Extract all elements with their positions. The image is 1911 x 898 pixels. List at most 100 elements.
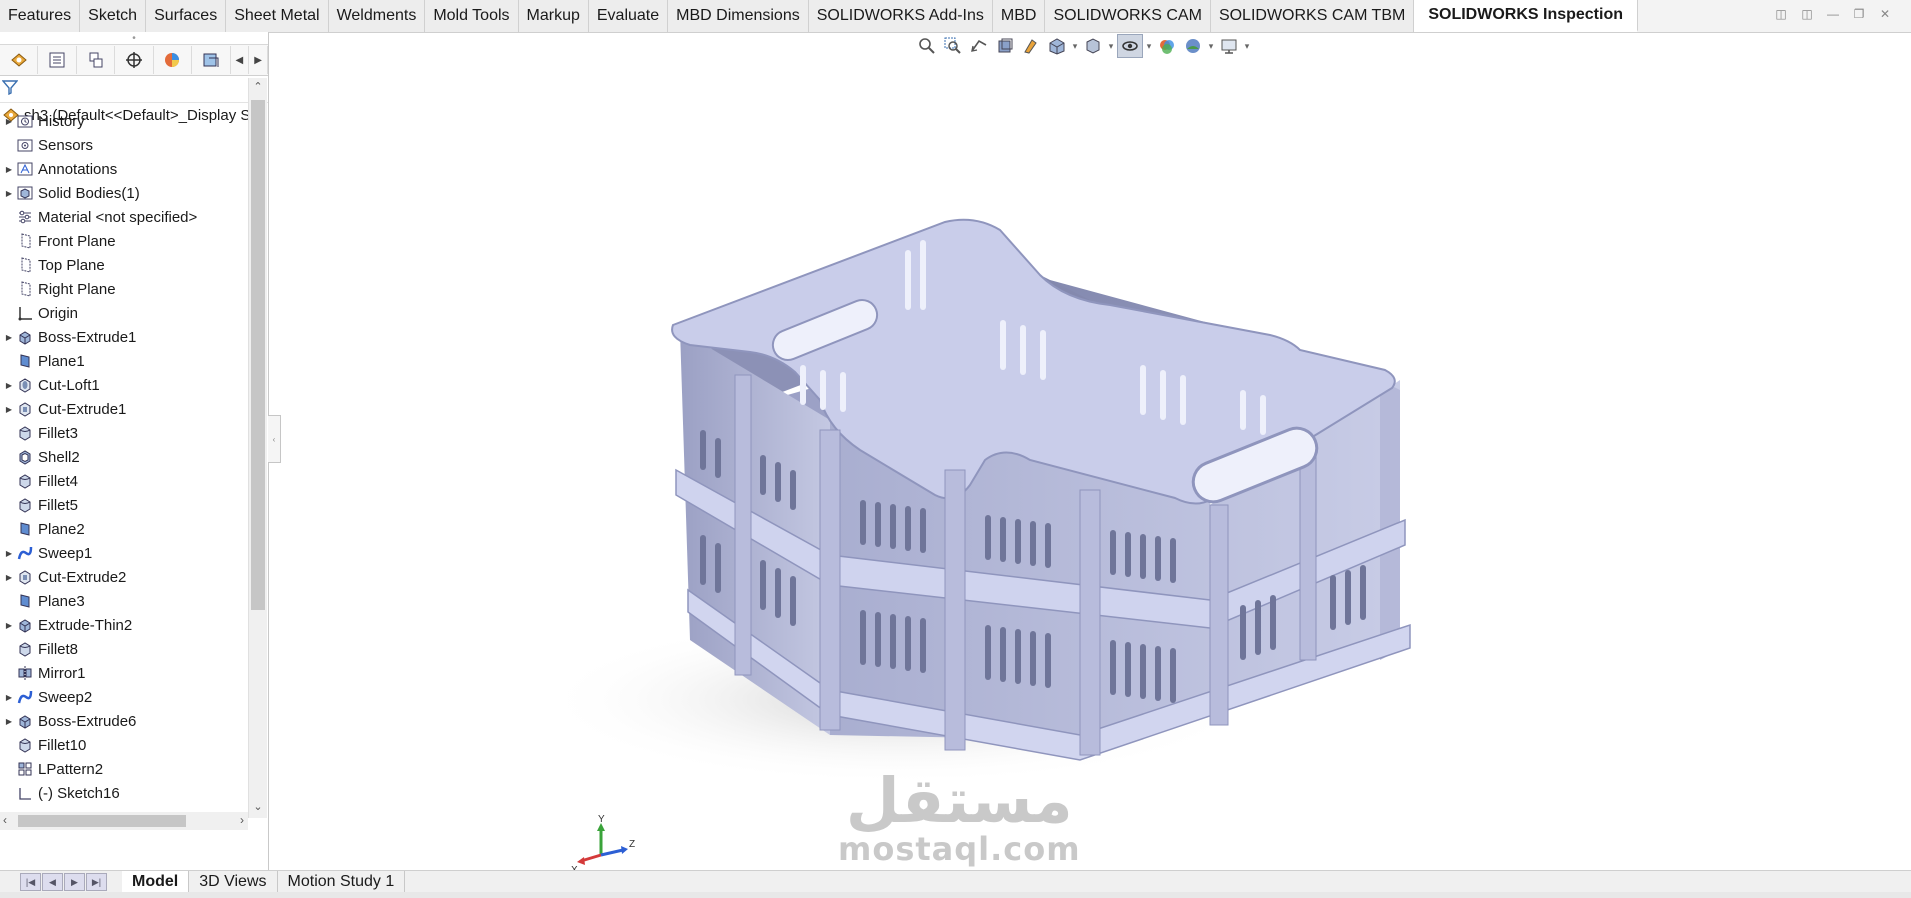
last-tab-icon[interactable]: ▶| bbox=[86, 873, 107, 891]
tree-item[interactable]: Top Plane bbox=[0, 253, 248, 277]
tree-item[interactable]: ▶ Cut-Extrude1 bbox=[0, 397, 248, 421]
display-manager-tab-icon[interactable] bbox=[154, 46, 193, 74]
scroll-down-icon[interactable]: ⌄ bbox=[249, 800, 267, 816]
tab-sketch[interactable]: Sketch bbox=[80, 0, 147, 32]
tree-item[interactable]: Right Plane bbox=[0, 277, 248, 301]
zoom-to-fit-icon[interactable] bbox=[915, 35, 939, 57]
filter-icon[interactable] bbox=[1, 79, 19, 100]
tab-features[interactable]: Features bbox=[0, 0, 81, 32]
tree-item[interactable]: Fillet4 bbox=[0, 469, 248, 493]
scroll-up-icon[interactable]: ⌃ bbox=[249, 80, 267, 96]
apply-scene-icon[interactable] bbox=[1181, 35, 1205, 57]
tree-item[interactable]: ▶ Boss-Extrude6 bbox=[0, 709, 248, 733]
bottom-tab-model[interactable]: Model bbox=[122, 871, 190, 893]
scroll-right-icon[interactable]: › bbox=[240, 813, 244, 827]
expand-arrow-icon[interactable]: ▶ bbox=[2, 333, 16, 342]
tree-item[interactable]: ▶ Cut-Loft1 bbox=[0, 373, 248, 397]
bottom-tab-motion-study-1[interactable]: Motion Study 1 bbox=[278, 871, 406, 893]
prev-tab-icon[interactable]: ◀ bbox=[42, 873, 63, 891]
tree-item[interactable]: Plane1 bbox=[0, 349, 248, 373]
display-style-dropdown-icon[interactable]: ▾ bbox=[1107, 41, 1115, 52]
tabs-scroll-right-icon[interactable]: ▶ bbox=[249, 46, 268, 74]
minimize-icon[interactable]: — bbox=[1825, 6, 1841, 22]
configuration-manager-tab-icon[interactable] bbox=[77, 46, 116, 74]
tree-vertical-scrollbar[interactable]: ⌃ ⌄ bbox=[248, 78, 267, 818]
previous-view-icon[interactable] bbox=[967, 35, 991, 57]
tree-item[interactable]: ▶ Extrude-Thin2 bbox=[0, 613, 248, 637]
tree-item[interactable]: (-) Sketch16 bbox=[0, 781, 248, 805]
tree-item[interactable]: Plane2 bbox=[0, 517, 248, 541]
scroll-thumb[interactable] bbox=[251, 100, 265, 610]
view-settings-dropdown-icon[interactable]: ▾ bbox=[1243, 41, 1251, 52]
expand-arrow-icon[interactable]: ▶ bbox=[2, 381, 16, 390]
tree-item[interactable]: Front Plane bbox=[0, 229, 248, 253]
tree-item[interactable]: ▶ Boss-Extrude1 bbox=[0, 325, 248, 349]
edit-appearance-icon[interactable] bbox=[1155, 35, 1179, 57]
expand-arrow-icon[interactable]: ▶ bbox=[2, 573, 16, 582]
tree-item[interactable]: Material <not specified> bbox=[0, 205, 248, 229]
graphics-area[interactable]: Y X Z bbox=[281, 60, 1911, 875]
tree-item[interactable]: LPattern2 bbox=[0, 757, 248, 781]
tree-horizontal-scrollbar[interactable]: ‹ › bbox=[0, 812, 248, 830]
expand-arrow-icon[interactable]: ▶ bbox=[2, 621, 16, 630]
expand-arrow-icon[interactable]: ▶ bbox=[2, 549, 16, 558]
hide-show-dropdown-icon[interactable]: ▾ bbox=[1145, 41, 1153, 52]
tree-item[interactable]: Fillet3 bbox=[0, 421, 248, 445]
tree-item[interactable]: ▶ Annotations bbox=[0, 157, 248, 181]
dynamic-annotation-icon[interactable] bbox=[1019, 35, 1043, 57]
first-tab-icon[interactable]: |◀ bbox=[20, 873, 41, 891]
cam-manager-tab-icon[interactable] bbox=[192, 46, 231, 74]
view-orientation-dropdown-icon[interactable]: ▾ bbox=[1071, 41, 1079, 52]
hide-show-items-icon[interactable] bbox=[1117, 34, 1143, 58]
tab-mbd-dimensions[interactable]: MBD Dimensions bbox=[668, 0, 809, 32]
tab-weldments[interactable]: Weldments bbox=[328, 0, 426, 32]
display-style-icon[interactable] bbox=[1081, 35, 1105, 57]
tab-mbd[interactable]: MBD bbox=[992, 0, 1046, 32]
tree-item[interactable]: ▶ History bbox=[0, 109, 248, 133]
tree-item[interactable]: Origin bbox=[0, 301, 248, 325]
tree-item[interactable]: ▶ Sweep1 bbox=[0, 541, 248, 565]
tree-item[interactable]: Fillet5 bbox=[0, 493, 248, 517]
apply-scene-dropdown-icon[interactable]: ▾ bbox=[1207, 41, 1215, 52]
view-orientation-icon[interactable] bbox=[1045, 35, 1069, 57]
tab-sheet-metal[interactable]: Sheet Metal bbox=[226, 0, 329, 32]
tab-evaluate[interactable]: Evaluate bbox=[588, 0, 669, 32]
expand-arrow-icon[interactable]: ▶ bbox=[2, 165, 16, 174]
panel-grip[interactable]: • bbox=[0, 32, 268, 45]
restore-icon[interactable]: ❐ bbox=[1851, 6, 1867, 22]
tree-item[interactable]: Plane3 bbox=[0, 589, 248, 613]
tab-mold-tools[interactable]: Mold Tools bbox=[425, 0, 519, 32]
tab-surfaces[interactable]: Surfaces bbox=[146, 0, 227, 32]
feature-manager-tab-icon[interactable] bbox=[0, 46, 39, 74]
expand-arrow-icon[interactable]: ▶ bbox=[2, 117, 16, 126]
tree-item[interactable]: Fillet8 bbox=[0, 637, 248, 661]
tab-solidworks-cam-tbm[interactable]: SOLIDWORKS CAM TBM bbox=[1210, 0, 1415, 32]
expand-arrow-icon[interactable]: ▶ bbox=[2, 693, 16, 702]
tree-item[interactable]: ▶ Cut-Extrude2 bbox=[0, 565, 248, 589]
tree-item[interactable]: Shell2 bbox=[0, 445, 248, 469]
tab-solidworks-cam[interactable]: SOLIDWORKS CAM bbox=[1045, 0, 1211, 32]
tree-item[interactable]: Fillet10 bbox=[0, 733, 248, 757]
tab-markup[interactable]: Markup bbox=[518, 0, 589, 32]
scroll-left-icon[interactable]: ‹ bbox=[3, 813, 7, 827]
tab-solidworks-add-ins[interactable]: SOLIDWORKS Add-Ins bbox=[808, 0, 993, 32]
tree-item[interactable]: Mirror1 bbox=[0, 661, 248, 685]
bottom-tab-3d-views[interactable]: 3D Views bbox=[189, 871, 278, 893]
expand-arrow-icon[interactable]: ▶ bbox=[2, 717, 16, 726]
tree-item[interactable]: ▶ Sweep2 bbox=[0, 685, 248, 709]
dimxpert-manager-tab-icon[interactable] bbox=[115, 46, 154, 74]
property-manager-tab-icon[interactable] bbox=[38, 46, 77, 74]
tab-solidworks-inspection[interactable]: SOLIDWORKS Inspection bbox=[1414, 0, 1638, 32]
tile-right-icon[interactable]: ◫ bbox=[1799, 6, 1815, 22]
tabs-scroll-left-icon[interactable]: ◀ bbox=[231, 46, 250, 74]
tree-item[interactable]: Sensors bbox=[0, 133, 248, 157]
tile-left-icon[interactable]: ◫ bbox=[1773, 6, 1789, 22]
hscroll-thumb[interactable] bbox=[18, 815, 186, 827]
section-view-icon[interactable] bbox=[993, 35, 1017, 57]
view-settings-icon[interactable] bbox=[1217, 35, 1241, 57]
zoom-to-area-icon[interactable] bbox=[941, 35, 965, 57]
panel-collapse-handle[interactable]: ‹ bbox=[268, 415, 281, 463]
expand-arrow-icon[interactable]: ▶ bbox=[2, 189, 16, 198]
close-icon[interactable]: ✕ bbox=[1877, 6, 1893, 22]
tree-item[interactable]: ▶ Solid Bodies(1) bbox=[0, 181, 248, 205]
